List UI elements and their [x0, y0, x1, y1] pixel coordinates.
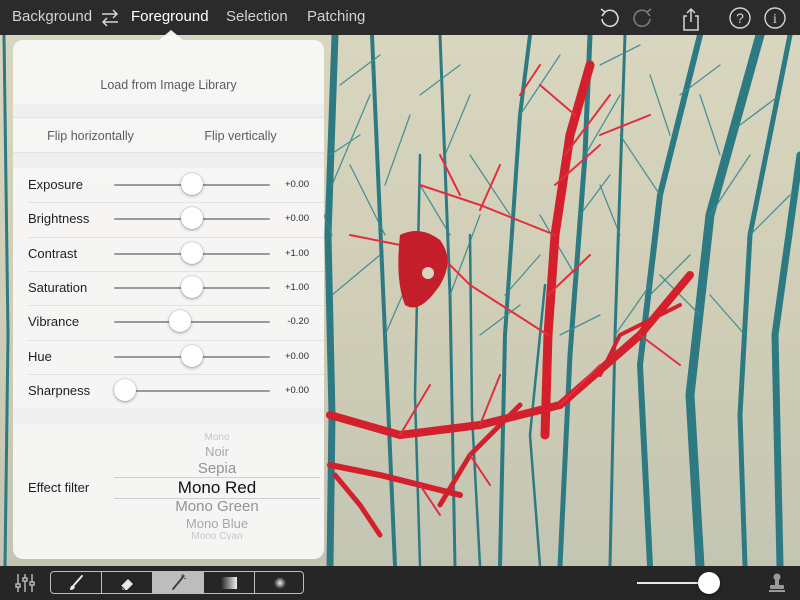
filter-option-noir[interactable]: Noir	[114, 444, 320, 459]
share-icon[interactable]	[679, 6, 703, 31]
saturation-slider-knob[interactable]	[181, 275, 203, 298]
tab-selection[interactable]: Selection	[226, 8, 288, 25]
adjustments-icon[interactable]	[14, 572, 36, 594]
foreground-popover: Load from Image Library Flip horizontall…	[13, 40, 324, 559]
group-gap	[13, 408, 324, 424]
brush-tool-button[interactable]	[51, 572, 102, 593]
saturation-label: Saturation	[28, 279, 88, 295]
separator	[13, 117, 324, 118]
stamp-icon[interactable]	[766, 572, 788, 594]
vibrance-value: -0.20	[287, 316, 309, 328]
brush-icon	[70, 575, 83, 590]
sharpness-label: Sharpness	[28, 382, 91, 398]
eraser-icon	[120, 579, 133, 591]
sharpness-slider-knob[interactable]	[113, 378, 136, 401]
top-bar: Background Foreground Selection Patching…	[0, 0, 800, 35]
popover-arrow	[159, 30, 183, 40]
vibrance-slider-knob[interactable]	[168, 310, 191, 333]
radial-gradient-icon	[274, 577, 286, 589]
effect-filter-picker[interactable]: Mono Noir Sepia Mono Red Mono Green Mono…	[114, 432, 320, 540]
gradient-tool-button[interactable]	[204, 572, 255, 593]
slider-row-contrast: Contrast +1.00	[13, 237, 324, 271]
tab-foreground[interactable]: Foreground	[131, 8, 209, 25]
load-from-library-button[interactable]: Load from Image Library	[13, 78, 324, 92]
flip-vertically-button[interactable]: Flip vertically	[168, 129, 313, 143]
filter-option-mono-green[interactable]: Mono Green	[114, 498, 320, 515]
filter-option-mono-cyan[interactable]: Mono Cyan	[114, 531, 320, 540]
hue-slider-knob[interactable]	[181, 344, 203, 367]
brightness-slider-knob[interactable]	[181, 207, 203, 230]
group-gap	[13, 104, 324, 117]
svg-text:?: ?	[736, 10, 744, 26]
vibrance-label: Vibrance	[28, 314, 80, 330]
effect-filter-label: Effect filter	[28, 480, 90, 495]
tab-background[interactable]: Background	[12, 8, 92, 25]
sharpness-slider-track[interactable]	[114, 389, 270, 392]
slider-row-brightness: Brightness +0.00	[13, 202, 324, 236]
group-gap	[13, 153, 324, 168]
filter-option-sepia[interactable]: Sepia	[114, 460, 320, 477]
exposure-label: Exposure	[28, 177, 83, 192]
gradient-icon	[221, 577, 237, 589]
magic-wand-tool-button[interactable]	[153, 572, 204, 593]
slider-row-vibrance: Vibrance -0.20	[13, 305, 324, 339]
sharpness-value: +0.00	[284, 384, 309, 396]
slider-row-sharpness: Sharpness +0.00	[13, 374, 324, 408]
brightness-label: Brightness	[28, 211, 90, 227]
exposure-slider-knob[interactable]	[181, 173, 203, 195]
contrast-slider-knob[interactable]	[181, 241, 203, 264]
flip-horizontally-button[interactable]: Flip horizontally	[13, 129, 168, 143]
vibrance-slider-track[interactable]	[114, 321, 270, 324]
filter-option-mono-red[interactable]: Mono Red	[114, 478, 320, 498]
help-icon[interactable]: ?	[728, 6, 752, 30]
eraser-tool-button[interactable]	[102, 572, 153, 593]
tab-patching[interactable]: Patching	[307, 8, 365, 25]
radial-gradient-tool-button[interactable]	[255, 572, 303, 593]
swap-icon[interactable]	[98, 6, 122, 30]
undo-icon[interactable]	[597, 6, 621, 30]
contrast-label: Contrast	[28, 245, 78, 261]
contrast-value: +1.00	[284, 247, 309, 259]
slider-row-saturation: Saturation +1.00	[13, 271, 324, 305]
slider-row-hue: Hue +0.00	[13, 340, 324, 374]
redo-icon[interactable]	[631, 6, 655, 30]
filter-option-mono-blue[interactable]: Mono Blue	[114, 516, 320, 531]
magic-wand-icon	[172, 574, 186, 590]
info-icon[interactable]: i	[763, 6, 787, 30]
filter-option-mono[interactable]: Mono	[114, 432, 320, 443]
slider-row-exposure: Exposure +0.00	[13, 168, 324, 202]
hue-value: +0.00	[284, 350, 309, 362]
zoom-slider-knob[interactable]	[698, 572, 720, 594]
tool-segmented-control	[50, 571, 304, 594]
saturation-value: +1.00	[284, 281, 309, 293]
svg-text:i: i	[773, 12, 777, 27]
hue-label: Hue	[28, 348, 52, 364]
exposure-value: +0.00	[284, 179, 309, 190]
brightness-value: +0.00	[284, 213, 309, 225]
